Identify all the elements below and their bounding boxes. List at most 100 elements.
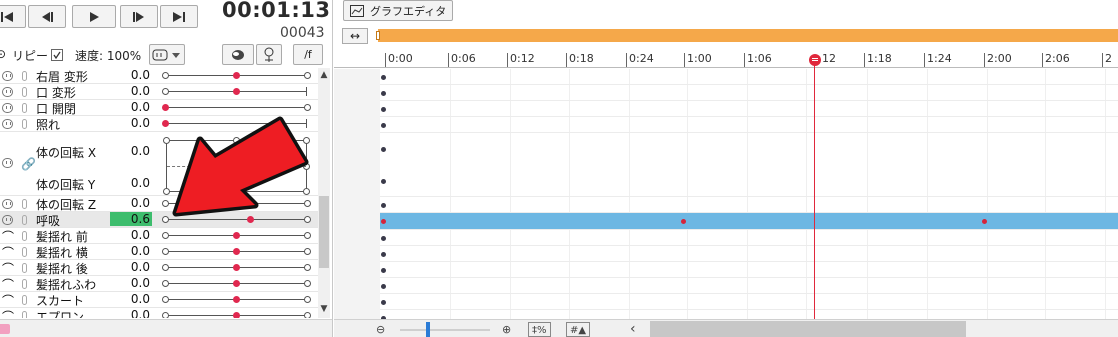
- param-slider[interactable]: [162, 104, 311, 111]
- display-toggle-icon[interactable]: [2, 119, 13, 129]
- param-row[interactable]: ⌒ スカート 0.0: [0, 292, 318, 308]
- track-row[interactable]: [380, 262, 1118, 278]
- param-slider[interactable]: [162, 296, 311, 303]
- keyframe[interactable]: [381, 284, 386, 289]
- slider-knob[interactable]: [233, 296, 240, 303]
- param-value[interactable]: 0.0: [110, 100, 152, 114]
- track-row[interactable]: [380, 197, 1118, 213]
- param-row[interactable]: 口 開閉 0.0: [0, 100, 318, 116]
- slider-knob[interactable]: [233, 232, 240, 239]
- param-value[interactable]: 0.6: [110, 212, 152, 226]
- visibility-icon[interactable]: [22, 279, 27, 289]
- display-toggle-icon[interactable]: [2, 158, 13, 168]
- param-row[interactable]: 照れ 0.0: [0, 116, 318, 132]
- keyframe[interactable]: [381, 252, 386, 257]
- keyframe[interactable]: [381, 236, 386, 241]
- track-row[interactable]: [380, 85, 1118, 101]
- param-value[interactable]: 0.0: [110, 84, 152, 98]
- param-value[interactable]: 0.0: [110, 276, 152, 290]
- param-value[interactable]: 0.0: [110, 144, 152, 158]
- playhead-line[interactable]: [814, 60, 815, 319]
- next-frame-button[interactable]: [120, 5, 158, 28]
- go-to-end-button[interactable]: [160, 5, 198, 28]
- wave-icon[interactable]: ⌒: [2, 292, 14, 309]
- slider-knob[interactable]: [162, 120, 169, 127]
- visibility-icon[interactable]: [22, 231, 27, 241]
- xy-pad[interactable]: [163, 137, 310, 195]
- param-value[interactable]: 0.0: [110, 176, 152, 190]
- keyframe[interactable]: [381, 179, 386, 184]
- param-row-selected[interactable]: 呼吸 0.6: [0, 212, 318, 228]
- erase-button[interactable]: [222, 44, 254, 65]
- keyframe[interactable]: [381, 107, 386, 112]
- keyframe[interactable]: [982, 219, 987, 224]
- param-value[interactable]: 0.0: [110, 116, 152, 130]
- playhead-handle[interactable]: [809, 54, 821, 66]
- keyframe[interactable]: [381, 91, 386, 96]
- visibility-icon[interactable]: [22, 311, 27, 318]
- scroll-left-icon[interactable]: ‹: [630, 322, 636, 337]
- track-row-selected[interactable]: [380, 213, 1118, 230]
- param-slider[interactable]: [162, 216, 311, 223]
- keyframe[interactable]: [381, 123, 386, 128]
- track-row[interactable]: [380, 278, 1118, 294]
- keyframe[interactable]: [381, 300, 386, 305]
- zoom-slider-thumb[interactable]: [426, 322, 430, 337]
- go-to-start-button[interactable]: [0, 5, 26, 28]
- param-slider[interactable]: [162, 264, 311, 271]
- param-value[interactable]: 0.0: [110, 308, 152, 318]
- param-value[interactable]: 0.0: [110, 228, 152, 242]
- visibility-icon[interactable]: [22, 295, 27, 305]
- keyframe[interactable]: [381, 203, 386, 208]
- param-row[interactable]: 右眉 変形 0.0: [0, 68, 318, 84]
- param-slider[interactable]: [162, 87, 307, 96]
- slider-knob[interactable]: [233, 312, 240, 318]
- keyframe-area[interactable]: [380, 69, 1118, 319]
- keyframe[interactable]: [681, 219, 686, 224]
- param-row[interactable]: 体の回転 Z 0.0: [0, 196, 318, 212]
- keyframe[interactable]: [381, 268, 386, 273]
- wave-icon[interactable]: ⌒: [2, 260, 14, 277]
- track-row-xy[interactable]: [380, 133, 1118, 197]
- slider-knob[interactable]: [162, 104, 169, 111]
- param-value[interactable]: 0.0: [110, 244, 152, 258]
- param-scrollbar[interactable]: ▲ ▼: [318, 68, 330, 318]
- horizontal-scrollbar-thumb[interactable]: [650, 321, 966, 337]
- fps-button[interactable]: /f: [293, 44, 323, 65]
- fit-zoom-icon[interactable]: ‡%: [528, 322, 551, 337]
- param-slider[interactable]: [162, 200, 311, 207]
- grid-toggle-icon[interactable]: #▲: [566, 322, 591, 337]
- track-row[interactable]: [380, 294, 1118, 310]
- pin-button[interactable]: [256, 44, 282, 65]
- param-value[interactable]: 0.0: [110, 68, 152, 82]
- visibility-icon[interactable]: [22, 215, 27, 225]
- display-toggle-icon[interactable]: [2, 103, 13, 113]
- slider-knob[interactable]: [247, 216, 254, 223]
- slider-knob[interactable]: [233, 200, 240, 207]
- wave-icon[interactable]: ⌒: [2, 308, 14, 318]
- track-row[interactable]: [380, 117, 1118, 133]
- track-row[interactable]: [380, 101, 1118, 117]
- visibility-icon[interactable]: [22, 87, 27, 97]
- visibility-icon[interactable]: [22, 119, 27, 129]
- slider-knob[interactable]: [233, 264, 240, 271]
- repeat-checkbox[interactable]: [51, 49, 63, 61]
- visibility-icon[interactable]: [22, 199, 27, 209]
- graph-editor-button[interactable]: グラフエディタ: [343, 0, 453, 21]
- param-slider[interactable]: [162, 232, 311, 239]
- wave-icon[interactable]: ⌒: [2, 244, 14, 261]
- param-value[interactable]: 0.0: [110, 196, 152, 210]
- param-value[interactable]: 0.0: [110, 292, 152, 306]
- view-mode-dropdown[interactable]: [149, 44, 185, 65]
- display-toggle-icon[interactable]: [2, 215, 13, 225]
- slider-knob[interactable]: [233, 248, 240, 255]
- track-row[interactable]: [380, 230, 1118, 246]
- param-slider[interactable]: [162, 312, 311, 318]
- keyframe[interactable]: [381, 147, 386, 152]
- folder-icon[interactable]: [0, 324, 10, 334]
- param-row[interactable]: ⌒ 髪揺れ 前 0.0: [0, 228, 318, 244]
- track-row[interactable]: [380, 246, 1118, 262]
- fit-range-button[interactable]: ↔: [342, 28, 368, 44]
- time-ruler[interactable]: 0:00 0:06 0:12 0:18 0:24 1:00 1:06 12 1:…: [334, 48, 1118, 68]
- slider-knob[interactable]: [233, 72, 240, 79]
